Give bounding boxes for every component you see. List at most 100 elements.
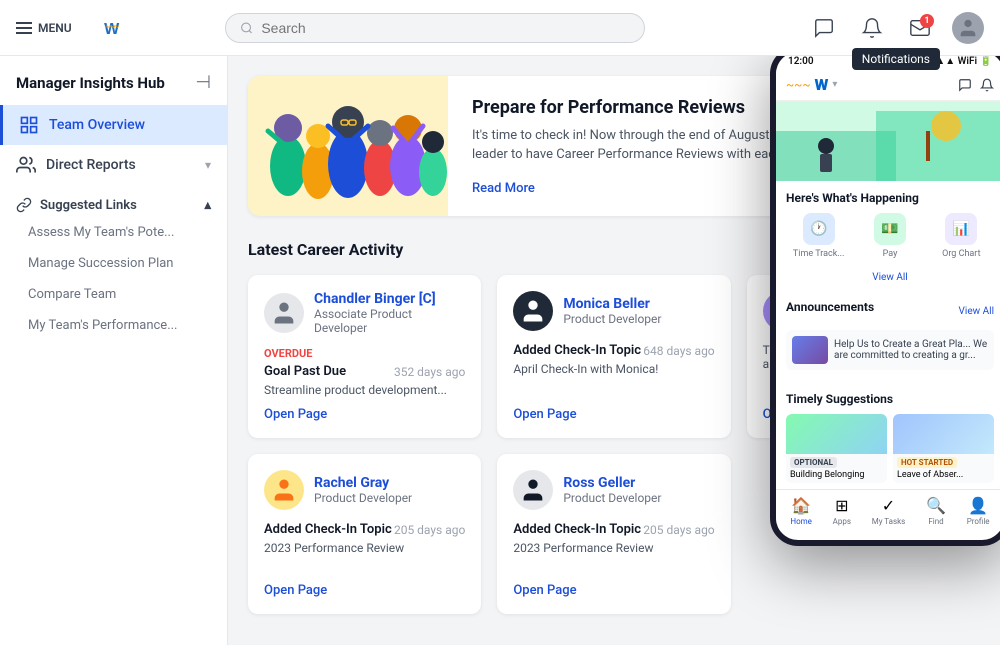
mobile-screen: 12:00 ▲▲▲ WiFi 🔋 ~~~ W ▾ xyxy=(776,56,1000,540)
inbox-icon-button[interactable]: 1 xyxy=(904,12,936,44)
suggestion-name-2: Leave of Abser... xyxy=(897,470,963,480)
mobile-logo: W xyxy=(815,75,829,94)
chat-icon-button[interactable] xyxy=(808,12,840,44)
card-desc-chandler: Streamline product development... xyxy=(264,383,465,397)
sidebar-sub-compare[interactable]: Compare Team xyxy=(0,279,227,310)
mobile-hero-banner xyxy=(776,101,1000,181)
profile-nav-label: Profile xyxy=(967,517,990,526)
card-days-rachel: 205 days ago xyxy=(394,523,465,537)
suggestion-building-belonging[interactable]: OPTIONAL Building Belonging xyxy=(786,414,887,483)
card-link-chandler[interactable]: Open Page xyxy=(264,407,465,422)
logo[interactable]: ~~~ W xyxy=(96,12,128,44)
tasks-nav-icon: ✓ xyxy=(882,496,895,515)
mobile-status-bar: 12:00 ▲▲▲ WiFi 🔋 xyxy=(776,56,1000,71)
activity-card-ross: Ross Geller Product Developer Added Chec… xyxy=(497,454,730,614)
time-track-label: Time Track... xyxy=(793,249,844,259)
sidebar: Manager Insights Hub ⊣ Team Overview Dir… xyxy=(0,56,228,645)
bell-icon-button[interactable] xyxy=(856,12,888,44)
card-link-monica[interactable]: Open Page xyxy=(513,407,714,422)
card-days-chandler: 352 days ago xyxy=(394,365,465,379)
read-more-link[interactable]: Read More xyxy=(472,181,535,196)
link-icon xyxy=(16,197,32,213)
card-link-rachel[interactable]: Open Page xyxy=(264,583,465,598)
mobile-bell-icon xyxy=(980,78,994,92)
find-nav-label: Find xyxy=(928,517,943,526)
mobile-nav-apps[interactable]: ⊞ Apps xyxy=(833,496,851,526)
activity-label-chandler: Goal Past Due xyxy=(264,364,346,379)
mobile-nav-tasks[interactable]: ✓ My Tasks xyxy=(872,496,906,526)
view-all-link[interactable]: View All xyxy=(872,272,907,283)
mobile-nav-find[interactable]: 🔍 Find xyxy=(926,496,946,526)
card-desc-ross: 2023 Performance Review xyxy=(513,541,714,555)
mobile-bottom-nav: 🏠 Home ⊞ Apps ✓ My Tasks 🔍 Find xyxy=(776,489,1000,532)
mobile-announcements: Announcements View All Help Us to Create… xyxy=(776,290,1000,382)
card-role-monica: Product Developer xyxy=(563,312,661,326)
home-nav-label: Home xyxy=(790,517,812,526)
mobile-icon-timetrack[interactable]: 🕐 Time Track... xyxy=(786,213,851,259)
suggestion-img-2 xyxy=(893,414,994,454)
card-role-chandler: Associate Product Developer xyxy=(314,307,465,335)
suggested-links-label: Suggested Links xyxy=(40,198,137,213)
top-navigation: MENU ~~~ W 1 xyxy=(0,0,1000,56)
sidebar-collapse-button[interactable]: ⊣ xyxy=(195,72,211,93)
card-body-ross: Added Check-In Topic 205 days ago 2023 P… xyxy=(513,522,714,583)
card-link-ross[interactable]: Open Page xyxy=(513,583,714,598)
pay-icon: 💵 xyxy=(874,213,906,245)
mobile-dropdown-icon: ▾ xyxy=(832,79,837,90)
card-desc-rachel: 2023 Performance Review xyxy=(264,541,465,555)
mobile-nav-profile[interactable]: 👤 Profile xyxy=(967,496,990,526)
hamburger-icon xyxy=(16,22,32,34)
search-input[interactable] xyxy=(261,20,630,36)
apps-nav-icon: ⊞ xyxy=(835,496,848,515)
profile-nav-icon: 👤 xyxy=(968,496,988,515)
main-content: Prepare for Performance Reviews It's tim… xyxy=(228,56,1000,645)
card-header-monica: Monica Beller Product Developer xyxy=(513,291,714,331)
avatar-ross xyxy=(513,470,553,510)
announcements-view-all[interactable]: View All xyxy=(959,306,994,317)
suggestion-label-1: OPTIONAL Building Belonging xyxy=(786,454,887,483)
sidebar-sub-succession[interactable]: Manage Succession Plan xyxy=(0,248,227,279)
mobile-icon-orgchart[interactable]: 📊 Org Chart xyxy=(929,213,994,259)
search-bar[interactable] xyxy=(225,13,645,43)
sidebar-item-team-overview[interactable]: Team Overview xyxy=(0,105,227,145)
card-role-ross: Product Developer xyxy=(563,491,661,505)
activity-card-monica: Monica Beller Product Developer Added Ch… xyxy=(497,275,730,438)
avatar-monica xyxy=(513,291,553,331)
sidebar-sub-assess[interactable]: Assess My Team's Pote... xyxy=(0,217,227,248)
card-header-rachel: Rachel Gray Product Developer xyxy=(264,470,465,510)
mobile-whats-title: Here's What's Happening xyxy=(786,191,994,205)
inbox-badge: 1 xyxy=(920,14,934,28)
card-header-ross: Ross Geller Product Developer xyxy=(513,470,714,510)
suggestion-leave[interactable]: HOT STARTED Leave of Abser... xyxy=(893,414,994,483)
mobile-nav-home[interactable]: 🏠 Home xyxy=(790,496,812,526)
suggested-links-section[interactable]: Suggested Links ▴ xyxy=(0,185,227,217)
mobile-overlay: 12:00 ▲▲▲ WiFi 🔋 ~~~ W ▾ xyxy=(770,56,1000,546)
time-track-icon: 🕐 xyxy=(803,213,835,245)
card-role-rachel: Product Developer xyxy=(314,491,412,505)
activity-row-rachel: Added Check-In Topic 205 days ago xyxy=(264,522,465,537)
activity-row-ross: Added Check-In Topic 205 days ago xyxy=(513,522,714,537)
tasks-nav-label: My Tasks xyxy=(872,517,906,526)
hero-people-svg xyxy=(248,76,448,216)
mobile-signal: ▲▲▲ WiFi 🔋 xyxy=(925,56,992,67)
announcements-title: Announcements xyxy=(786,300,874,314)
apps-nav-label: Apps xyxy=(833,517,851,526)
menu-button[interactable]: MENU xyxy=(16,21,72,35)
direct-reports-label: Direct Reports xyxy=(46,157,136,173)
sidebar-item-direct-reports[interactable]: Direct Reports ▾ xyxy=(0,145,227,185)
mobile-app-bar: ~~~ W ▾ xyxy=(776,71,1000,101)
activity-card-chandler: Chandler Binger [C] Associate Product De… xyxy=(248,275,481,438)
user-avatar[interactable] xyxy=(952,12,984,44)
activity-label-rachel: Added Check-In Topic xyxy=(264,522,392,537)
announcement-item[interactable]: Help Us to Create a Great Pla... We are … xyxy=(786,330,994,370)
mobile-icon-pay[interactable]: 💵 Pay xyxy=(857,213,922,259)
card-body-monica: Added Check-In Topic 648 days ago April … xyxy=(513,343,714,407)
mobile-app-actions xyxy=(958,78,994,92)
sidebar-sub-performance[interactable]: My Team's Performance... xyxy=(0,310,227,341)
mobile-whats-happening: Here's What's Happening 🕐 Time Track... … xyxy=(776,181,1000,290)
mobile-time: 12:00 xyxy=(788,56,814,67)
direct-reports-icon xyxy=(16,155,36,175)
card-desc-monica: April Check-In with Monica! xyxy=(513,362,714,376)
suggestion-label-2: HOT STARTED Leave of Abser... xyxy=(893,454,994,483)
org-chart-label: Org Chart xyxy=(942,249,980,259)
